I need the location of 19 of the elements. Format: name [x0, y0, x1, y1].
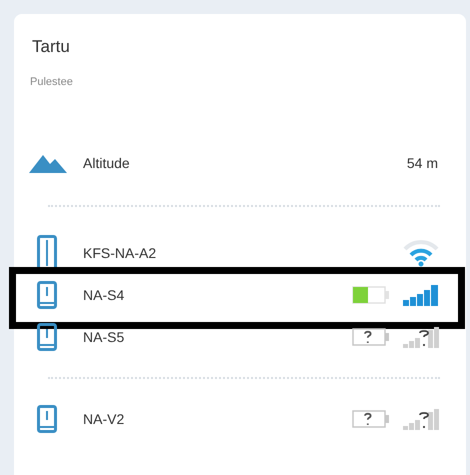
location-subtitle: Pulestee [30, 75, 73, 89]
device-name: NA-S5 [83, 328, 124, 346]
device-name: KFS-NA-A2 [83, 244, 156, 262]
device-name: NA-V2 [83, 410, 124, 428]
signal-unknown-icon [402, 408, 440, 430]
device-icon [37, 281, 57, 309]
device-icon [37, 323, 57, 351]
battery-unknown-icon [352, 410, 390, 428]
wifi-icon [402, 239, 440, 267]
altitude-value: 54 m [406, 154, 438, 172]
location-title: Tartu [32, 36, 70, 58]
device-icon [37, 405, 57, 433]
battery-unknown-icon [352, 328, 390, 346]
signal-icon [402, 284, 440, 306]
altitude-label: Altitude [83, 154, 130, 172]
battery-icon [352, 286, 390, 304]
mountain-icon [29, 153, 67, 173]
signal-unknown-icon [402, 326, 440, 348]
device-name: NA-S4 [83, 286, 124, 304]
